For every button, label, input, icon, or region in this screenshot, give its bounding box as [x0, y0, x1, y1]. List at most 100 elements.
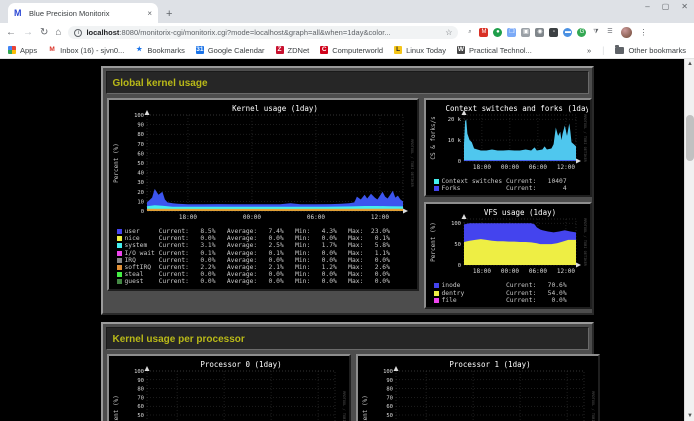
bookmark-computerworld[interactable]: CComputerworld [320, 46, 383, 55]
monitorix-favicon-icon: M [14, 8, 24, 18]
svg-text:90: 90 [137, 123, 144, 129]
bookmark-bookmarks[interactable]: ★Bookmarks [135, 46, 185, 55]
section-global-kernel-usage: Global kernel usage Kernel usage (1day)P… [101, 66, 594, 315]
bookmark-inbox[interactable]: MInbox (16) - sjvn0... [48, 46, 124, 55]
pages-extension-icon[interactable]: ❐ [507, 28, 516, 37]
vfs-usage-chart[interactable]: VFS usage (1day)Percent (%)05010018:0000… [428, 206, 588, 276]
context-switches-forks-chart-legend: Context switches Current: 10407Forks Cur… [428, 177, 588, 192]
section-kernel-usage-per-processor: Kernel usage per processor Processor 0 (… [101, 322, 594, 421]
context-switches-forks-chart[interactable]: Context switches and forks (1day)CS & fo… [428, 102, 588, 172]
legend-row: inode Current: 70.6% [434, 282, 588, 289]
svg-text:50: 50 [137, 413, 144, 419]
legend-text: Context switches Current: 10407 [442, 178, 567, 185]
svg-text:100: 100 [134, 113, 144, 119]
legend-swatch-icon [434, 283, 439, 288]
svg-text:00:00: 00:00 [500, 268, 518, 275]
profile-avatar[interactable] [621, 27, 632, 38]
tab-close-icon[interactable]: × [147, 9, 152, 18]
bookmark-google-calendar[interactable]: 31Google Calendar [196, 46, 265, 55]
bookmark-linux-today[interactable]: LLinux Today [394, 46, 446, 55]
legend-swatch-icon [117, 236, 122, 241]
monitorix-report: Global kernel usage Kernel usage (1day)P… [101, 66, 594, 421]
svg-text:90: 90 [386, 378, 393, 384]
kernel-usage-chart-panel[interactable]: Kernel usage (1day)Percent (%)0102030405… [107, 98, 419, 291]
svg-text:RRDTOOL / TOBI OETIKER: RRDTOOL / TOBI OETIKER [583, 219, 587, 267]
legend-row: IRQ Current: 0.0% Average: 0.0% Min: 0.0… [117, 257, 415, 264]
svg-text:06:00: 06:00 [306, 214, 324, 221]
mask-extension-icon[interactable]: ◉ [535, 28, 544, 37]
svg-text:RRDTOOL / TOBI OETIKER: RRDTOOL / TOBI OETIKER [410, 139, 414, 187]
legend-row: user Current: 8.5% Average: 7.4% Min: 4.… [117, 228, 415, 235]
bookmark-label: Practical Technol... [469, 46, 532, 55]
browser-tab[interactable]: M Blue Precision Monitorix × [8, 3, 158, 23]
messenger-extension-icon[interactable]: ▬ [563, 28, 572, 37]
processor-1-chart[interactable]: Processor 1 (1day)Percent (%)01020304050… [360, 358, 596, 421]
globe-extension-icon[interactable]: ● [493, 28, 502, 37]
search-extension-icon[interactable]: ⌕ [465, 28, 474, 37]
legend-text: steal Current: 0.0% Average: 0.0% Min: 0… [125, 271, 390, 278]
bookmark-inbox-icon: M [48, 46, 56, 54]
svg-text:60: 60 [137, 404, 144, 410]
legend-row: nice Current: 0.0% Average: 0.0% Min: 0.… [117, 235, 415, 242]
page-info-icon[interactable]: i [74, 29, 82, 37]
dark-square-extension-icon[interactable]: ▫ [549, 28, 558, 37]
vertical-scrollbar[interactable]: ▲ ▼ [684, 59, 694, 421]
url-text[interactable]: localhost:8080/monitorix-cgi/monitorix.c… [86, 28, 441, 37]
chrome-menu-icon[interactable]: ⋮ [639, 28, 647, 37]
svg-text:Processor 1 (1day): Processor 1 (1day) [449, 360, 530, 369]
close-icon[interactable]: ✕ [681, 2, 688, 11]
tune-extension-icon[interactable]: ☰ [605, 28, 614, 37]
legend-swatch-icon [117, 279, 122, 284]
svg-text:06:00: 06:00 [528, 164, 546, 171]
bookmark-practical-technology[interactable]: WPractical Technol... [457, 46, 532, 55]
new-tab-button[interactable]: + [166, 8, 172, 20]
svg-text:12:00: 12:00 [370, 214, 388, 221]
svg-text:18:00: 18:00 [178, 214, 196, 221]
vfs-usage-chart-panel[interactable]: VFS usage (1day)Percent (%)05010018:0000… [424, 202, 592, 309]
processor-0-chart[interactable]: Processor 0 (1day)Percent (%)01020304050… [111, 358, 347, 421]
svg-text:30: 30 [137, 180, 144, 186]
legend-swatch-icon [117, 265, 122, 270]
home-icon[interactable]: ⌂ [55, 28, 61, 38]
context-switches-forks-chart-panel[interactable]: Context switches and forks (1day)CS & fo… [424, 98, 592, 197]
legend-text: file Current: 0.0% [442, 297, 567, 304]
processor-0-chart-panel[interactable]: Processor 0 (1day)Percent (%)01020304050… [107, 354, 351, 421]
svg-text:0: 0 [457, 263, 460, 269]
legend-swatch-icon [117, 229, 122, 234]
bookmark-items: MInbox (16) - sjvn0... ★Bookmarks 31Google… [48, 46, 532, 55]
bookmark-star-icon[interactable]: ☆ [445, 28, 452, 37]
svg-text:12:00: 12:00 [556, 164, 574, 171]
legend-row: guest Current: 0.0% Average: 0.0% Min: 0… [117, 278, 415, 285]
gmail-extension-icon[interactable]: M [479, 28, 488, 37]
other-bookmarks[interactable]: Other bookmarks [615, 46, 686, 55]
bookmarks-overflow-chevron[interactable]: » [587, 46, 591, 55]
maximize-icon[interactable]: ▢ [662, 2, 670, 11]
scrollbar-thumb[interactable] [686, 115, 694, 161]
scroll-up-icon[interactable]: ▲ [685, 59, 694, 69]
svg-text:0: 0 [457, 159, 460, 165]
back-icon[interactable]: ← [6, 28, 16, 38]
scroll-down-icon[interactable]: ▼ [685, 411, 694, 421]
bookmark-zdnet[interactable]: ZZDNet [276, 46, 310, 55]
svg-text:20: 20 [137, 190, 144, 196]
legend-swatch-icon [117, 243, 122, 248]
kernel-usage-chart[interactable]: Kernel usage (1day)Percent (%)0102030405… [111, 102, 415, 222]
apps-shortcut[interactable]: Apps [8, 46, 37, 55]
url-host: localhost [86, 28, 119, 37]
svg-text:RRDTOOL / TOBI OETIKER: RRDTOOL / TOBI OETIKER [591, 391, 595, 421]
apps-label: Apps [20, 46, 37, 55]
processor-1-chart-panel[interactable]: Processor 1 (1day)Percent (%)01020304050… [356, 354, 600, 421]
minimize-icon[interactable]: – [645, 2, 649, 11]
green-circle-extension-icon[interactable]: G [577, 28, 586, 37]
legend-text: nice Current: 0.0% Average: 0.0% Min: 0.… [125, 235, 390, 242]
extensions-puzzle-icon[interactable]: ⧩ [591, 28, 600, 37]
legend-text: dentry Current: 54.0% [442, 290, 567, 297]
legend-row: I/O wait Current: 0.1% Average: 0.1% Min… [117, 250, 415, 257]
svg-text:0: 0 [140, 209, 143, 215]
forward-icon[interactable]: → [23, 28, 33, 38]
svg-text:90: 90 [137, 378, 144, 384]
reload-icon[interactable]: ↻ [40, 28, 48, 38]
screenshot-extension-icon[interactable]: ▣ [521, 28, 530, 37]
address-bar[interactable]: i localhost:8080/monitorix-cgi/monitorix… [68, 26, 458, 39]
kernel-usage-chart-legend: user Current: 8.5% Average: 7.4% Min: 4.… [111, 227, 415, 286]
